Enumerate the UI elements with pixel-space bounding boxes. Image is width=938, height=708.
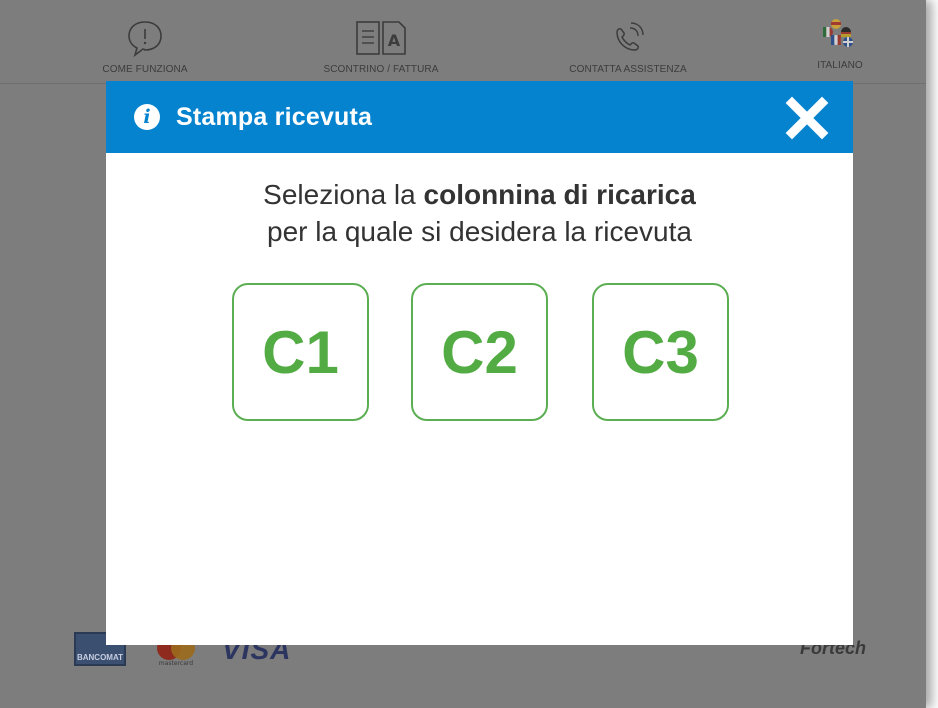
station-buttons: C1 C2 C3: [232, 283, 730, 421]
language-flags-icon: [823, 19, 853, 47]
station-c3-button[interactable]: C3: [592, 283, 729, 421]
svg-text:A: A: [388, 31, 401, 50]
info-icon: i: [134, 104, 160, 130]
nav-how-it-works-label: COME FUNZIONA: [102, 64, 188, 75]
nav-contact-support[interactable]: CONTATTA ASSISTENZA: [554, 0, 702, 84]
speech-bubble-icon: [128, 21, 162, 58]
mastercard-label: mastercard: [159, 660, 193, 666]
station-prompt: Seleziona la colonnina di ricarica per l…: [106, 176, 853, 250]
pagobancomat-label: BANCOMAT: [76, 653, 124, 662]
nav-language-label: ITALIANO: [817, 60, 863, 71]
dialog-header: i Stampa ricevuta: [106, 81, 853, 153]
close-button[interactable]: [785, 96, 829, 140]
nav-receipt-invoice-label: SCONTRINO / FATTURA: [323, 64, 439, 75]
dialog-title: Stampa ricevuta: [176, 102, 373, 131]
print-receipt-dialog: i Stampa ricevuta Seleziona la colonnina…: [106, 81, 853, 645]
nav-receipt-invoice[interactable]: A SCONTRINO / FATTURA: [314, 0, 448, 84]
station-c1-button[interactable]: C1: [232, 283, 369, 421]
prompt-line-1: Seleziona la colonnina di ricarica: [106, 176, 853, 213]
prompt-line-1-bold: colonnina di ricarica: [423, 179, 696, 210]
prompt-line-1-prefix: Seleziona la: [263, 179, 424, 210]
nav-contact-support-label: CONTATTA ASSISTENZA: [569, 64, 687, 75]
nav-how-it-works[interactable]: COME FUNZIONA: [92, 0, 198, 84]
receipt-invoice-icon: A: [356, 21, 406, 55]
phone-ringing-icon: [616, 22, 644, 51]
top-navigation: COME FUNZIONA A SCONTRINO / FATTURA CONT…: [0, 0, 926, 84]
station-c2-button[interactable]: C2: [411, 283, 548, 421]
prompt-line-2: per la quale si desidera la ricevuta: [267, 216, 692, 247]
nav-language[interactable]: ITALIANO: [800, 0, 880, 84]
